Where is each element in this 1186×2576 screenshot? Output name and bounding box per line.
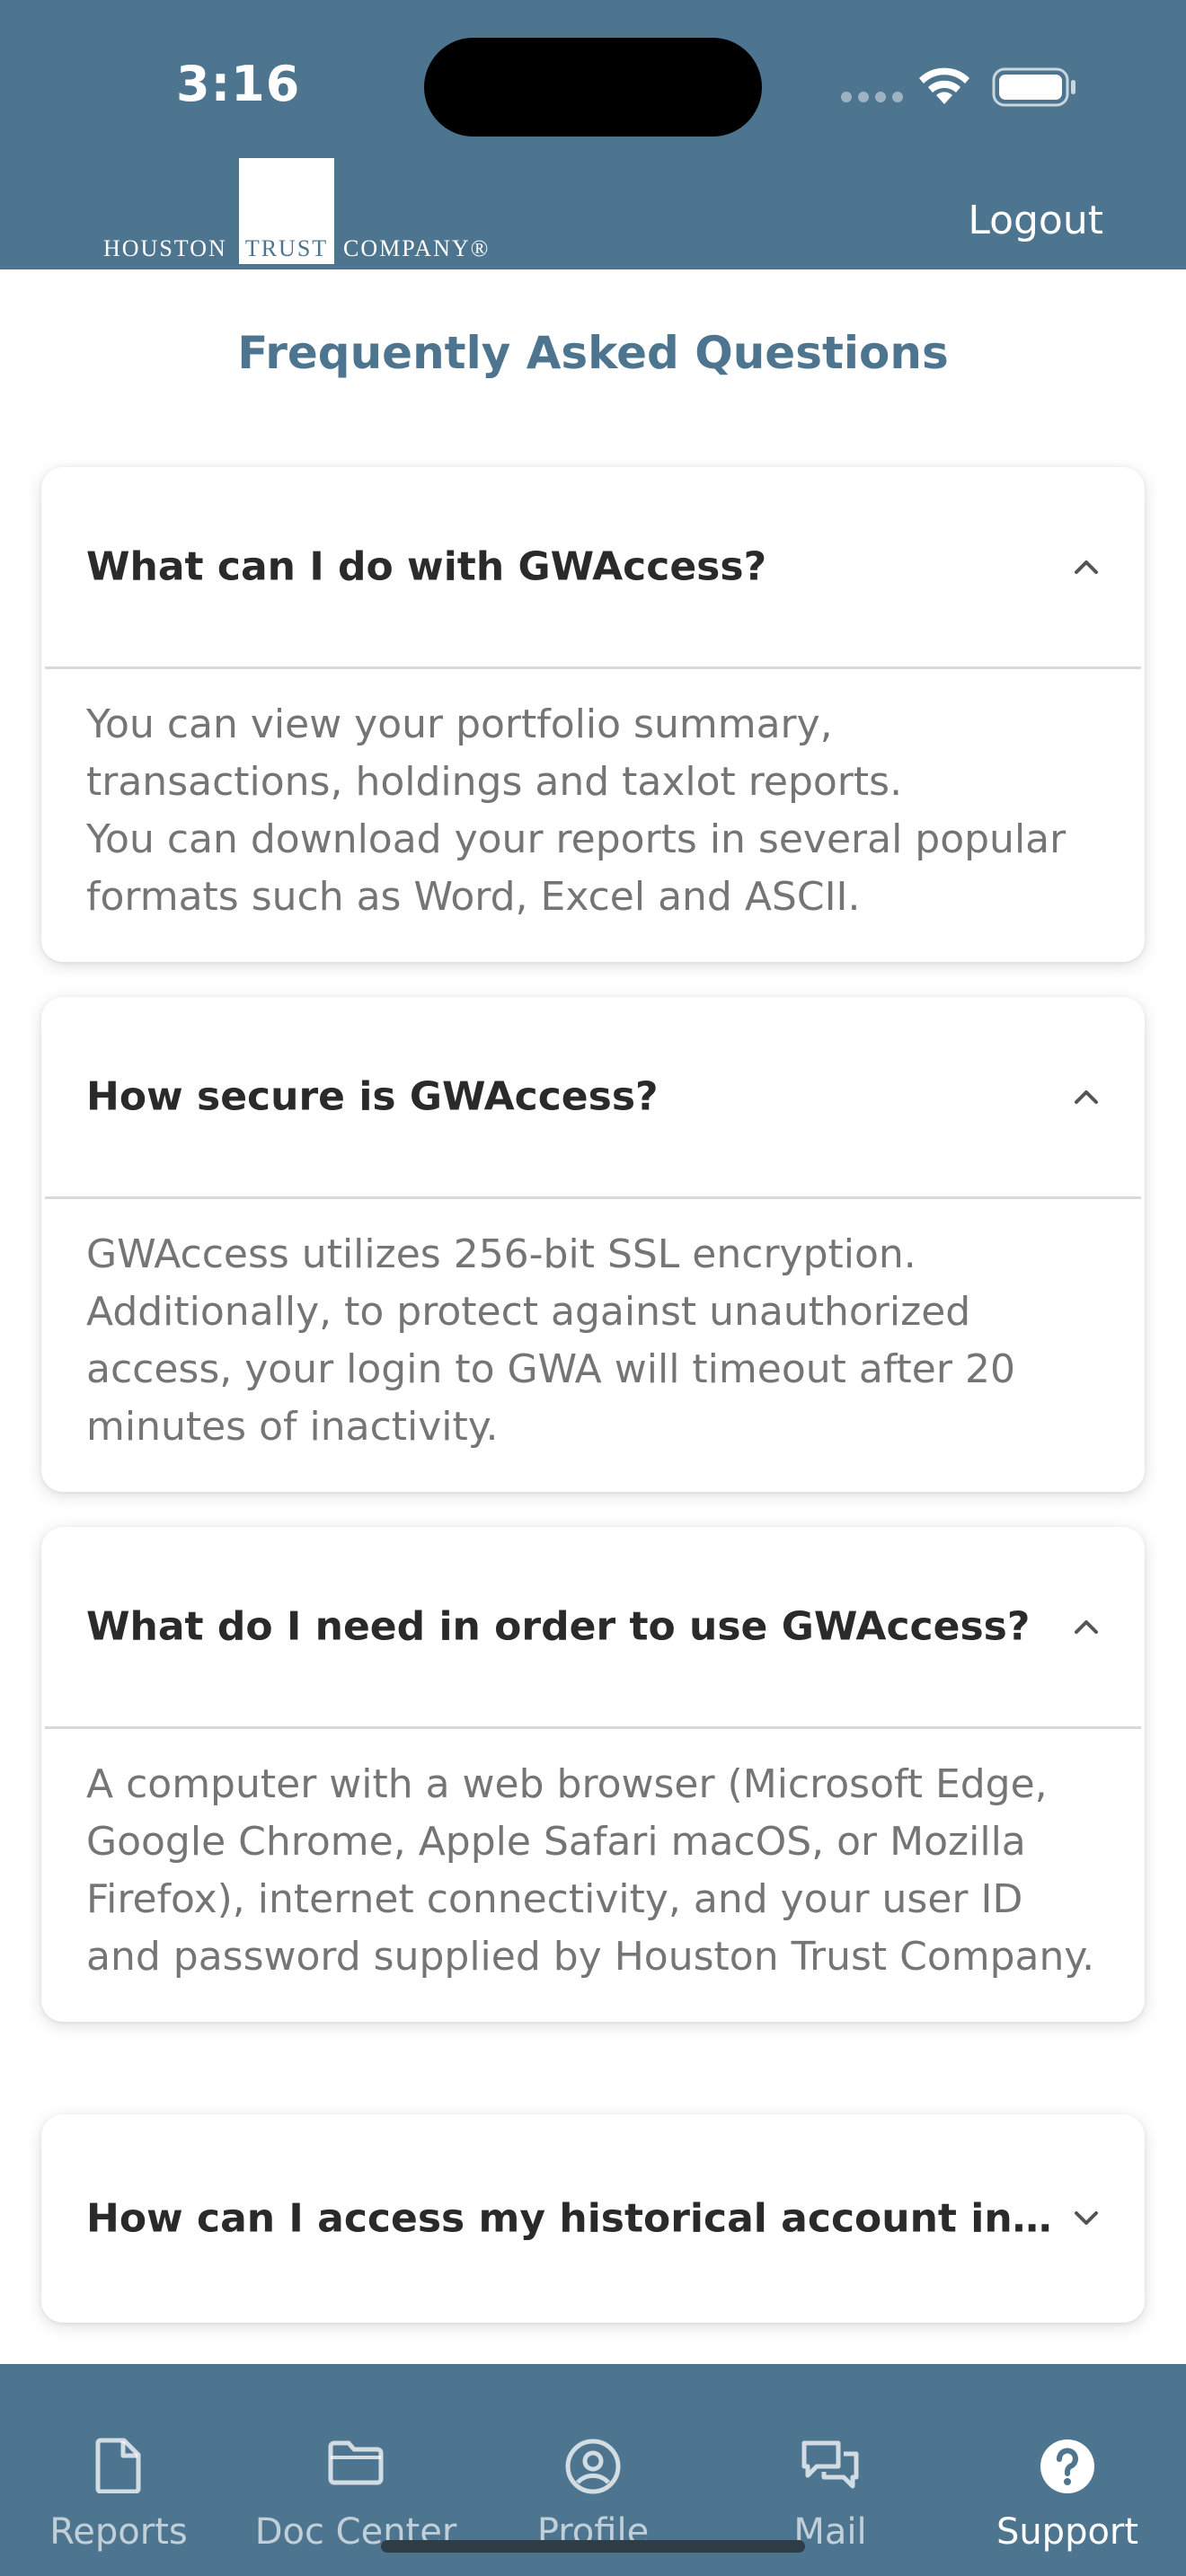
logout-button[interactable]: Logout [968,198,1103,243]
home-indicator[interactable] [381,2540,805,2553]
logo-word-left: HOUSTON [103,235,227,261]
faq-answer-text: You can view your portfolio summary, tra… [86,701,903,805]
chevron-up-icon [1075,1090,1098,1104]
faq-answer: GWAccess utilizes 256-bit SSL encryption… [41,1199,1145,1492]
faq-question: What do I need in order to use GWAccess? [86,1603,1031,1650]
tab-label: Reports [49,2511,188,2553]
faq-item: What can I do with GWAccess? You can vie… [41,467,1145,962]
document-icon [95,2438,141,2493]
help-circle-icon [1040,2439,1094,2493]
dynamic-island [424,38,762,137]
app-header: 3:16 HOUSTON TRUST COMPANY® Logout [0,0,1186,269]
faq-item: How secure is GWAccess? GWAccess utilize… [41,997,1145,1492]
faq-question: How can I access my historical account i… [86,2195,1064,2242]
faq-question: What can I do with GWAccess? [86,543,767,590]
status-time: 3:16 [176,56,301,112]
chevron-down-icon [1075,2211,1098,2225]
folder-icon [328,2440,384,2485]
faq-item: What do I need in order to use GWAccess?… [41,1527,1145,2022]
logo-word-center: TRUST [244,235,329,261]
page-title: Frequently Asked Questions [237,327,949,379]
tab-reports[interactable]: Reports [0,2364,237,2576]
tab-label: Support [996,2511,1139,2553]
faq-answer-text: You can download your reports in several… [86,816,1067,920]
chevron-up-icon [1075,1620,1098,1634]
chevron-up-icon [1075,560,1098,574]
battery-icon [992,67,1075,107]
user-circle-icon [565,2439,621,2494]
cellular-signal-icon [841,92,903,102]
faq-answer: You can view your portfolio summary, tra… [41,669,1145,962]
faq-screen: 3:16 HOUSTON TRUST COMPANY® Logout Frequ… [0,0,1186,2576]
faq-question-header[interactable]: How can I access my historical account i… [41,2114,1145,2323]
faq-answer-text: GWAccess utilizes 256-bit SSL encryption… [86,1231,1015,1450]
logo-word-right: COMPANY® [343,235,491,261]
chat-bubbles-icon [801,2440,859,2489]
faq-answer-text: A computer with a web browser (Microsoft… [86,1761,1095,1980]
tab-support[interactable]: Support [949,2364,1186,2576]
faq-question: How secure is GWAccess? [86,1073,659,1120]
faq-question-header[interactable]: What can I do with GWAccess? [41,467,1145,666]
faq-item: How can I access my historical account i… [41,2114,1145,2323]
faq-answer: A computer with a web browser (Microsoft… [41,1729,1145,2022]
faq-question-header[interactable]: What do I need in order to use GWAccess? [41,1527,1145,1726]
faq-question-header[interactable]: How secure is GWAccess? [41,997,1145,1196]
wifi-icon [919,67,969,104]
